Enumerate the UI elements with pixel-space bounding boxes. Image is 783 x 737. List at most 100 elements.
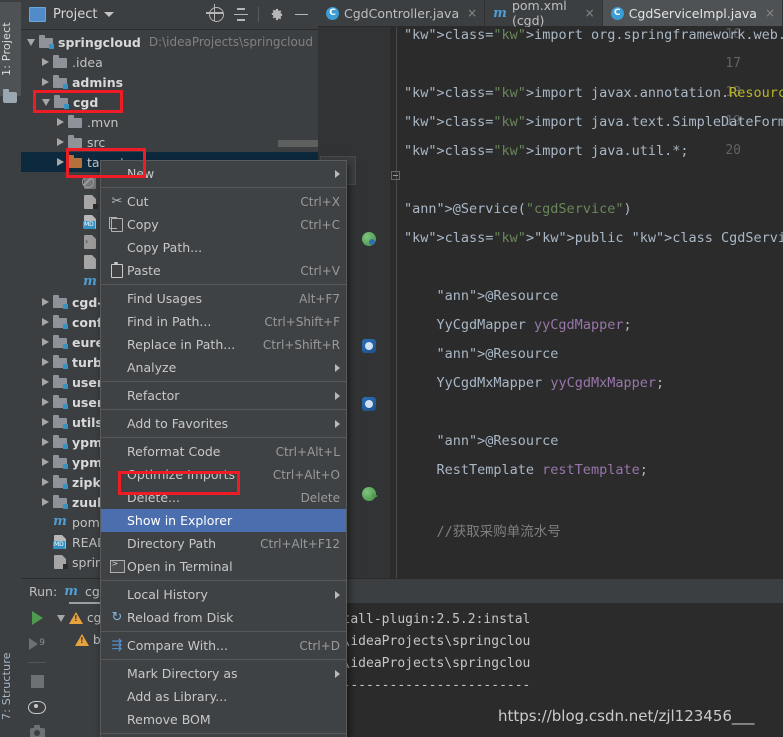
tree-item--idea[interactable]: .idea	[21, 52, 318, 72]
menu-item-find-in-path[interactable]: Find in Path... Ctrl+Shift+F	[101, 310, 346, 333]
tree-item-cgd[interactable]: cgd	[21, 92, 318, 112]
menu-item-copy-path[interactable]: Copy Path...	[101, 236, 346, 259]
stop-button[interactable]	[27, 671, 47, 691]
code-line: "ann">@Resource	[436, 288, 559, 304]
editor-tab-label: CgdServiceImpl.java	[628, 5, 757, 21]
menu-item-reload-from-disk[interactable]: ↻ Reload from Disk	[101, 606, 346, 629]
copy-icon	[107, 216, 127, 232]
folder-icon	[67, 115, 83, 129]
tree-item-label: utils	[72, 414, 103, 430]
tree-expand-arrow[interactable]	[57, 118, 64, 126]
tree-expand-arrow[interactable]	[42, 358, 49, 366]
run-label: Run:	[29, 583, 58, 599]
menu-item-optimize-imports[interactable]: Optimize Imports Ctrl+Alt+O	[101, 463, 346, 486]
tree-expand-arrow[interactable]	[57, 138, 64, 146]
tree-item-admins[interactable]: admins	[21, 72, 318, 92]
menu-separator	[101, 437, 346, 438]
minimize-icon[interactable]	[290, 4, 312, 26]
sidebar-tab-structure[interactable]: 7: Structure	[0, 632, 21, 737]
menu-item-mark-directory-as[interactable]: Mark Directory as	[101, 662, 346, 685]
submenu-arrow-icon	[335, 363, 340, 372]
editor-tab-pom-xml-cgd-[interactable]: m pom.xml (cgd) ×	[485, 0, 603, 28]
menu-item-label: Reformat Code	[127, 444, 221, 459]
gear-icon[interactable]	[265, 4, 287, 26]
tree-expand-arrow[interactable]	[57, 614, 65, 622]
menu-item-cut[interactable]: ✂ Cut Ctrl+X	[101, 190, 346, 213]
autowired-gutter-icon-1[interactable]	[362, 339, 378, 355]
tree-expand-arrow[interactable]	[42, 438, 49, 446]
tree-expand-arrow[interactable]	[42, 318, 49, 326]
editor-tab-bar[interactable]: C CgdController.java × m pom.xml (cgd) × C CgdS…	[318, 0, 783, 28]
folder-orange-icon	[67, 155, 83, 169]
tree-expand-arrow[interactable]	[42, 78, 49, 86]
menu-item-shortcut: Ctrl+Alt+L	[275, 444, 340, 459]
tree-item-src[interactable]: src	[21, 132, 318, 152]
tree-item-label: .mvn	[87, 114, 119, 130]
collapse-all-icon[interactable]	[230, 4, 252, 26]
toggle-visibility-icon[interactable]	[27, 697, 47, 717]
menu-item-show-in-explorer[interactable]: Show in Explorer	[101, 509, 346, 532]
tree-item--mvn[interactable]: .mvn	[21, 112, 318, 132]
tree-expand-arrow[interactable]	[27, 38, 35, 46]
run-button[interactable]	[27, 608, 47, 628]
iml-file-icon	[52, 555, 68, 569]
menu-item-directory-path[interactable]: Directory Path Ctrl+Alt+F12	[101, 532, 346, 555]
tree-expand-arrow[interactable]	[42, 478, 49, 486]
tree-expand-arrow[interactable]	[42, 418, 49, 426]
menu-item-label: Show in Explorer	[127, 513, 233, 528]
menu-item-refactor[interactable]: Refactor	[101, 384, 346, 407]
tree-expand-arrow[interactable]	[42, 458, 49, 466]
spring-bean-gutter-icon[interactable]	[362, 232, 378, 248]
menu-item-copy[interactable]: Copy Ctrl+C	[101, 213, 346, 236]
rerun-button[interactable]: 9	[27, 634, 47, 654]
close-icon[interactable]: ×	[765, 6, 775, 20]
menu-item-delete[interactable]: Delete... Delete	[101, 486, 346, 509]
toolbar-divider	[258, 7, 259, 22]
tree-expand-arrow[interactable]	[42, 98, 50, 106]
tree-item-label: admins	[72, 74, 124, 90]
menu-item-replace-in-path[interactable]: Replace in Path... Ctrl+Shift+R	[101, 333, 346, 356]
autowired-gutter-icon-2[interactable]	[362, 397, 378, 413]
editor-tab-cgdserviceimpl-java[interactable]: C CgdServiceImpl.java ×	[602, 0, 783, 26]
editor-tab-cgdcontroller-java[interactable]: C CgdController.java ×	[318, 0, 486, 26]
code-line: "ann">@Service("cgdService")	[404, 201, 632, 217]
menu-item-label: Compare With...	[127, 638, 228, 653]
tree-expand-arrow[interactable]	[42, 498, 49, 506]
menu-item-reformat-code[interactable]: Reformat Code Ctrl+Alt+L	[101, 440, 346, 463]
tree-expand-arrow[interactable]	[57, 158, 64, 166]
bean-navigate-gutter-icon[interactable]	[362, 487, 378, 503]
menu-item-label: Analyze	[127, 360, 177, 375]
menu-item-label: Add as Library...	[127, 689, 228, 704]
sidebar-tab-structure-label: 7: Structure	[0, 652, 13, 720]
chevron-down-icon[interactable]	[104, 12, 115, 17]
submenu-arrow-icon	[335, 391, 340, 400]
menu-item-shortcut: Ctrl+C	[300, 217, 340, 232]
tree-expand-arrow[interactable]	[42, 298, 49, 306]
screenshot-icon[interactable]	[27, 723, 47, 737]
sidebar-tab-project[interactable]: 1: Project	[0, 2, 21, 96]
menu-item-remove-bom[interactable]: Remove BOM	[101, 708, 346, 731]
tree-expand-arrow[interactable]	[42, 58, 49, 66]
code-fold-icon[interactable]	[391, 171, 400, 180]
tree-expand-arrow[interactable]	[42, 378, 49, 386]
menu-item-add-as-library[interactable]: Add as Library...	[101, 685, 346, 708]
menu-item-analyze[interactable]: Analyze	[101, 356, 346, 379]
tree-expand-arrow[interactable]	[42, 338, 49, 346]
project-horizontal-scrollbar[interactable]	[278, 140, 318, 147]
locate-icon[interactable]	[205, 4, 227, 26]
code-line: RestTemplate restTemplate;	[404, 462, 648, 478]
close-icon[interactable]: ×	[585, 6, 595, 20]
menu-item-paste[interactable]: Paste Ctrl+V	[101, 259, 346, 282]
close-icon[interactable]: ×	[467, 6, 477, 20]
menu-item-add-to-favorites[interactable]: Add to Favorites	[101, 412, 346, 435]
menu-item-find-usages[interactable]: Find Usages Alt+F7	[101, 287, 346, 310]
context-menu[interactable]: New ✂ Cut Ctrl+X Copy Ctrl+C Copy Path... Paste…	[100, 160, 347, 737]
tree-expand-arrow[interactable]	[42, 398, 49, 406]
code-viewport[interactable]: 16 17 18 19 20 "kw">class="kw">import org.sp…	[318, 27, 783, 579]
folder-icon	[52, 375, 68, 389]
menu-item-new[interactable]: New	[101, 162, 346, 185]
menu-item-open-in-terminal[interactable]: Open in Terminal	[101, 555, 346, 578]
menu-item-compare-with[interactable]: ⇶ Compare With... Ctrl+D	[101, 634, 346, 657]
tree-item-springcloud[interactable]: springcloud D:\ideaProjects\springcloud	[21, 32, 318, 52]
menu-item-local-history[interactable]: Local History	[101, 583, 346, 606]
